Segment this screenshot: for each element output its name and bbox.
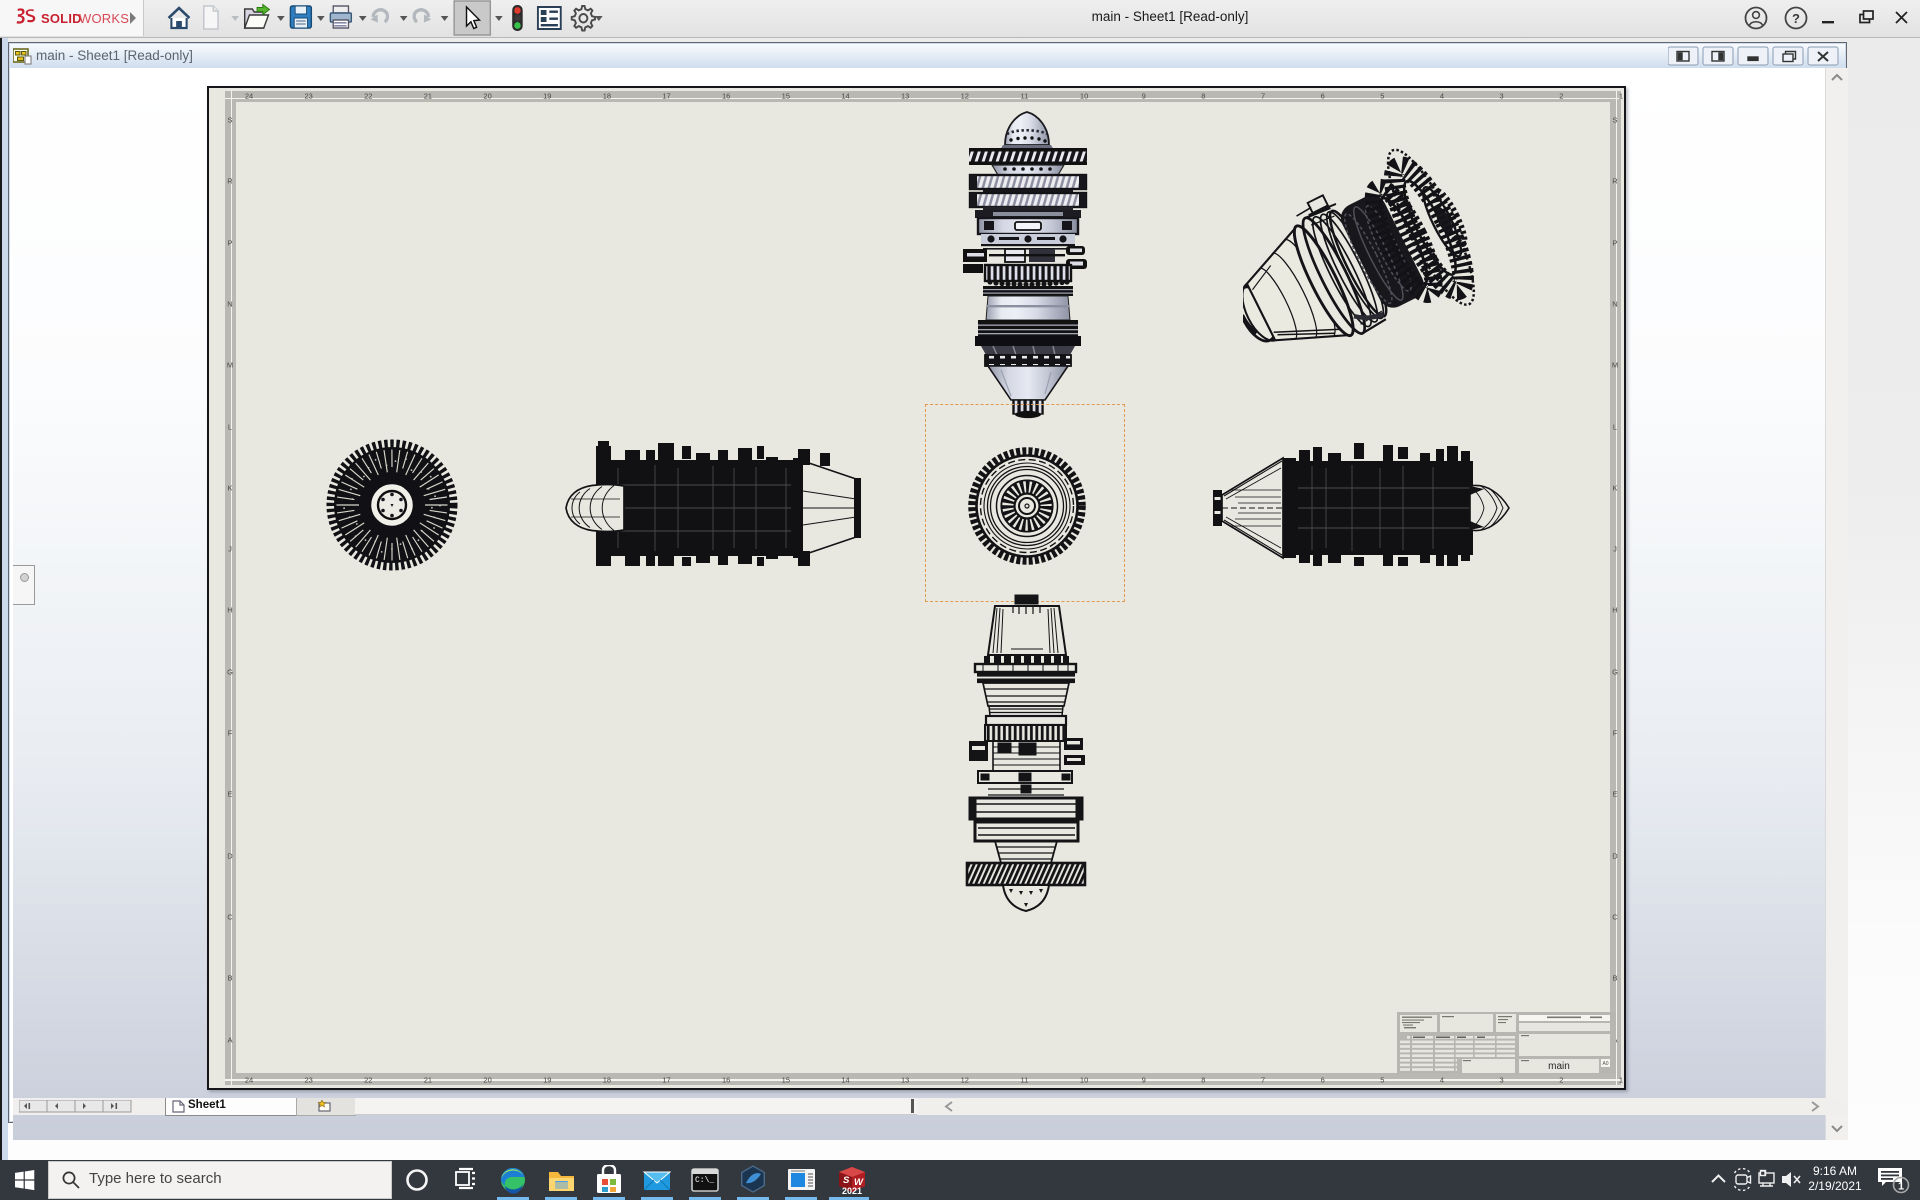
svg-text:WORKS: WORKS bbox=[79, 11, 129, 26]
svg-text:1: 1 bbox=[1898, 1181, 1904, 1193]
svg-text:A0: A0 bbox=[1602, 1061, 1608, 1067]
svg-text:?: ? bbox=[1792, 11, 1800, 26]
svg-text:2021: 2021 bbox=[842, 1186, 862, 1195]
svg-text:SOLID: SOLID bbox=[41, 11, 82, 26]
svg-text:C:\_: C:\_ bbox=[695, 1176, 714, 1185]
svg-text:main: main bbox=[1548, 1061, 1570, 1072]
svg-text:S: S bbox=[843, 1175, 850, 1186]
